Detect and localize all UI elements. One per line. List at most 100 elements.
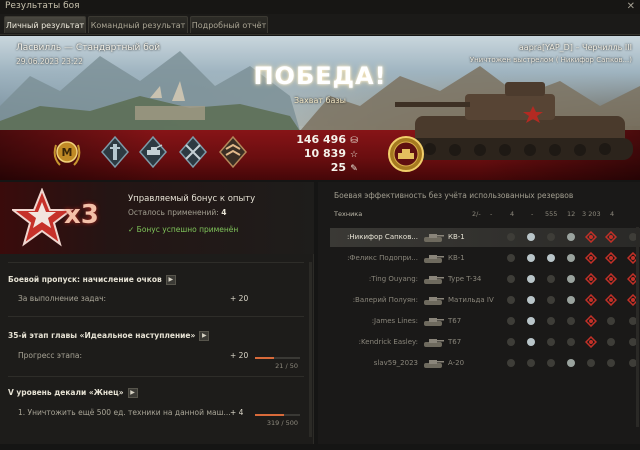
efficiency-icon[interactable] [545, 294, 557, 306]
efficiency-caption: Боевая эффективность без учёта использов… [334, 191, 574, 200]
vehicle-icon [424, 318, 444, 326]
efficiency-icon[interactable] [585, 273, 597, 285]
table-row[interactable]: :Феликс Подопри... КВ-1 [330, 249, 640, 268]
chapter-open-button[interactable]: ▶ [199, 331, 210, 341]
battle-pass-title: Боевой пропуск: начисление очков [8, 275, 162, 284]
efficiency-icon[interactable] [505, 315, 517, 327]
achievement-rank-icon[interactable] [218, 135, 248, 169]
battle-pass-open-button[interactable]: ▶ [165, 275, 176, 285]
efficiency-icon[interactable] [525, 273, 537, 285]
vehicle-icon [424, 360, 444, 368]
efficiency-icon[interactable] [505, 357, 517, 369]
efficiency-icon[interactable] [585, 336, 597, 348]
efficiency-icon[interactable] [525, 357, 537, 369]
efficiency-icons [505, 273, 640, 287]
battle-pass-row-value: + 20 [230, 294, 249, 303]
efficiency-icon[interactable] [605, 315, 617, 327]
efficiency-icon[interactable] [505, 336, 517, 348]
left-scrollbar[interactable] [309, 262, 312, 437]
table-row[interactable]: :Kendrick Easley: T67 [330, 333, 640, 352]
column-header: 2/- [472, 210, 481, 218]
efficiency-icon[interactable] [505, 294, 517, 306]
player-name: :James Lines: [371, 317, 418, 325]
table-row[interactable]: :Никифор Сапков... КВ-1 [330, 228, 640, 247]
table-row[interactable]: :James Lines: T67 [330, 312, 640, 331]
window-title: Результаты боя [5, 1, 80, 11]
efficiency-icons [505, 357, 640, 371]
achievement-crossed-guns-icon[interactable] [178, 135, 208, 169]
efficiency-icon[interactable] [565, 294, 577, 306]
free-xp-reward: 25 ✎ [290, 161, 360, 175]
vehicle-name: T67 [448, 317, 462, 325]
efficiency-icon[interactable] [545, 273, 557, 285]
tab-detailed-report[interactable]: Подробный отчёт [190, 16, 268, 33]
efficiency-icon[interactable] [565, 315, 577, 327]
efficiency-icon[interactable] [545, 336, 557, 348]
efficiency-icon[interactable] [525, 231, 537, 243]
column-header: 555 [545, 210, 558, 218]
divider [8, 376, 304, 377]
efficiency-icon[interactable] [605, 231, 617, 243]
chapter-row-label: Прогресс этапа: [18, 351, 83, 360]
efficiency-icon[interactable] [525, 315, 537, 327]
tab-personal-result[interactable]: Личный результат [4, 16, 86, 33]
decal-row-label: 1. Уничтожить ещё 500 ед. техники на дан… [18, 408, 231, 417]
bonus-remaining-value: 4 [221, 208, 227, 217]
tab-team-result[interactable]: Командный результат [88, 16, 188, 33]
achievement-tank-killer-icon[interactable] [138, 135, 168, 169]
column-vehicle: Техника [334, 210, 363, 218]
efficiency-icon[interactable] [505, 231, 517, 243]
player-tank-image [395, 82, 633, 160]
efficiency-icon[interactable] [525, 252, 537, 264]
player-name: slav59_2023 [373, 359, 418, 367]
svg-text:M: M [62, 146, 73, 159]
efficiency-icon[interactable] [605, 336, 617, 348]
column-header: 3 203 [582, 210, 601, 218]
achievement-sniper-icon[interactable] [100, 135, 130, 169]
efficiency-icon[interactable] [545, 231, 557, 243]
close-icon[interactable]: ✕ [627, 1, 635, 12]
efficiency-panel: Боевая эффективность без учёта использов… [318, 182, 640, 444]
right-scrollbar[interactable] [636, 227, 639, 427]
battle-result-banner: Ласвилль — Стандартный бой 29.06.2023 23… [0, 36, 640, 180]
efficiency-icon[interactable] [605, 294, 617, 306]
efficiency-icon[interactable] [585, 231, 597, 243]
efficiency-icon[interactable] [525, 336, 537, 348]
efficiency-icon[interactable] [505, 252, 517, 264]
efficiency-icon[interactable] [565, 273, 577, 285]
table-row[interactable]: :Ting Ouyang: Type T-34 [330, 270, 640, 289]
xp-star-icon: ☆ [349, 150, 359, 160]
mastery-badge-icon[interactable]: M [52, 135, 82, 169]
vehicle-icon [424, 297, 444, 305]
efficiency-icon[interactable] [585, 315, 597, 327]
efficiency-icon[interactable] [565, 336, 577, 348]
efficiency-icon[interactable] [545, 315, 557, 327]
bonus-status: ✓ Бонус успешно применён [128, 225, 239, 234]
efficiency-icon[interactable] [585, 357, 597, 369]
map-mode-label: Ласвилль — Стандартный бой [16, 43, 161, 53]
free-xp-value: 25 [330, 161, 346, 174]
efficiency-icon[interactable] [545, 252, 557, 264]
top-medal-icon[interactable] [386, 134, 426, 174]
xp-value: 10 839 [303, 147, 346, 160]
vehicle-icon [424, 339, 444, 347]
efficiency-icon[interactable] [565, 357, 577, 369]
table-row[interactable]: :Валерий Полуян: Матильда IV [330, 291, 640, 310]
efficiency-icons [505, 336, 640, 350]
efficiency-icon[interactable] [605, 252, 617, 264]
efficiency-icon[interactable] [585, 252, 597, 264]
player-name: :Феликс Подопри... [347, 254, 418, 262]
chapter-section-title: 35-й этап главы «Идеальное наступление» ▶ [8, 331, 210, 341]
efficiency-icon[interactable] [585, 294, 597, 306]
efficiency-icon[interactable] [545, 357, 557, 369]
table-row[interactable]: slav59_2023 A-20 [330, 354, 640, 373]
column-header: 4 [510, 210, 515, 218]
efficiency-icon[interactable] [565, 231, 577, 243]
efficiency-icon[interactable] [565, 252, 577, 264]
efficiency-icon[interactable] [505, 273, 517, 285]
credits-reward: 146 496 ⛁ [290, 133, 360, 147]
decal-open-button[interactable]: ▶ [127, 388, 138, 398]
efficiency-icon[interactable] [605, 273, 617, 285]
efficiency-icon[interactable] [525, 294, 537, 306]
efficiency-icon[interactable] [605, 357, 617, 369]
